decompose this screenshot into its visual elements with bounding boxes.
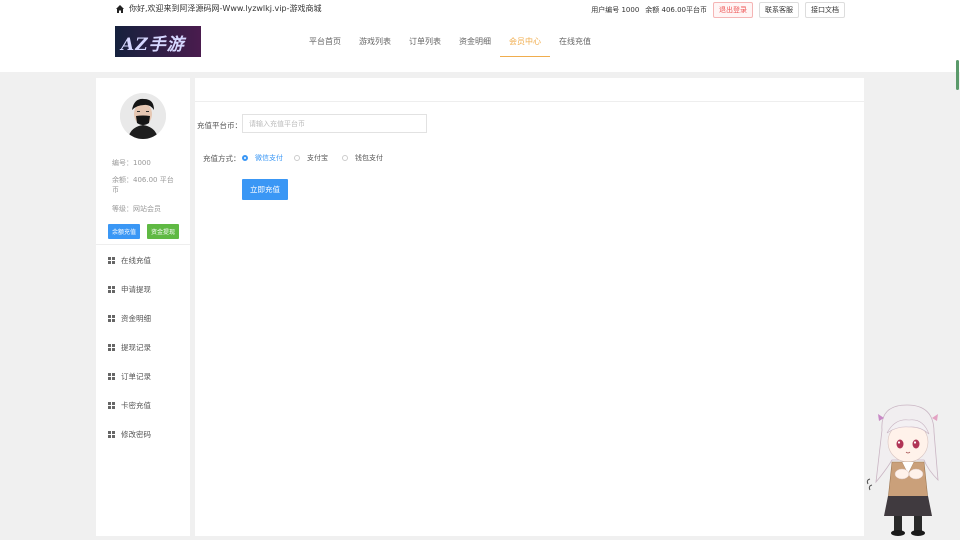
grid-icon [108, 431, 115, 438]
top-right-bar: 用户编号 1000 余额 406.00平台币 退出登录 联系客服 接口文档 [591, 2, 845, 18]
radio-label: 支付宝 [307, 154, 328, 162]
sidebar-item-apply-withdraw[interactable]: 申请提现 [96, 283, 190, 312]
radio-label: 钱包支付 [355, 154, 383, 162]
recharge-panel: 充值平台币： 充值方式： 微信支付 支付宝 钱包支付 立即充值 [195, 78, 864, 536]
sidebar-item-fund-details[interactable]: 资金明细 [96, 312, 190, 341]
fund-withdraw-button[interactable]: 资金提现 [147, 224, 179, 239]
nav-fund-details[interactable]: 资金明细 [450, 34, 500, 56]
sidebar-item-label: 卡密充值 [121, 401, 151, 410]
amount-input[interactable] [242, 114, 427, 133]
submit-recharge-button[interactable]: 立即充值 [242, 179, 288, 200]
sidebar-item-online-recharge[interactable]: 在线充值 [96, 254, 190, 283]
user-id-text: 用户编号 1000 [591, 6, 640, 14]
grid-icon [108, 257, 115, 264]
radio-alipay[interactable]: 支付宝 [294, 153, 328, 163]
avatar [120, 93, 166, 139]
nav-game-list[interactable]: 游戏列表 [350, 34, 400, 56]
member-sidebar: 编号：1000 余额：406.00 平台币 等级：网站会员 余额充值 资金提现 … [96, 78, 190, 536]
avatar-image [120, 93, 166, 139]
sidebar-item-change-password[interactable]: 修改密码 [96, 428, 190, 457]
main-nav: 平台首页 游戏列表 订单列表 资金明细 会员中心 在线充值 [300, 34, 600, 57]
grid-icon [108, 344, 115, 351]
site-logo[interactable]: AZ手游 [115, 26, 201, 57]
sidebar-item-label: 资金明细 [121, 314, 151, 323]
logout-button[interactable]: 退出登录 [713, 2, 753, 18]
sidebar-item-label: 订单记录 [121, 372, 151, 381]
sidebar-item-label: 在线充值 [121, 256, 151, 265]
member-id: 编号：1000 [112, 159, 151, 167]
page-scrollbar[interactable] [956, 60, 959, 90]
sidebar-item-label: 修改密码 [121, 430, 151, 439]
panel-divider [195, 101, 864, 102]
radio-wechat-pay[interactable]: 微信支付 [242, 153, 283, 163]
balance-text: 余额 406.00平台币 [645, 6, 707, 14]
grid-icon [108, 402, 115, 409]
api-docs-button[interactable]: 接口文档 [805, 2, 845, 18]
nav-home[interactable]: 平台首页 [300, 34, 350, 56]
sidebar-menu: 在线充值 申请提现 资金明细 提现记录 订单记录 卡密充值 修改密码 [96, 254, 190, 457]
radio-unchecked-icon [294, 155, 300, 161]
method-label: 充值方式： [203, 154, 241, 163]
member-balance: 余额：406.00 平台币 [112, 176, 174, 194]
anime-mascot-image [866, 404, 939, 536]
grid-icon [108, 373, 115, 380]
grid-icon [108, 286, 115, 293]
balance-recharge-button[interactable]: 余额充值 [108, 224, 140, 239]
radio-label: 微信支付 [255, 154, 283, 162]
radio-unchecked-icon [342, 155, 348, 161]
home-icon[interactable] [115, 4, 125, 14]
sidebar-item-label: 提现记录 [121, 343, 151, 352]
nav-member-center[interactable]: 会员中心 [500, 34, 550, 57]
contact-service-button[interactable]: 联系客服 [759, 2, 799, 18]
top-header: 你好,欢迎来到阿泽源码网-Www.lyzwlkj.vip-游戏商城 用户编号 1… [0, 0, 960, 72]
radio-wallet-pay[interactable]: 钱包支付 [342, 153, 383, 163]
welcome-text: 你好,欢迎来到阿泽源码网-Www.lyzwlkj.vip-游戏商城 [129, 4, 322, 13]
amount-label: 充值平台币： [197, 121, 242, 130]
member-level: 等级：网站会员 [112, 205, 161, 213]
sidebar-item-label: 申请提现 [121, 285, 151, 294]
nav-online-recharge[interactable]: 在线充值 [550, 34, 600, 56]
logo-text: AZ手游 [121, 35, 185, 55]
sidebar-item-card-recharge[interactable]: 卡密充值 [96, 399, 190, 428]
sidebar-divider [96, 244, 190, 245]
sidebar-item-order-records[interactable]: 订单记录 [96, 370, 190, 399]
sidebar-item-withdraw-records[interactable]: 提现记录 [96, 341, 190, 370]
nav-order-list[interactable]: 订单列表 [400, 34, 450, 56]
grid-icon [108, 315, 115, 322]
radio-checked-icon [242, 155, 248, 161]
